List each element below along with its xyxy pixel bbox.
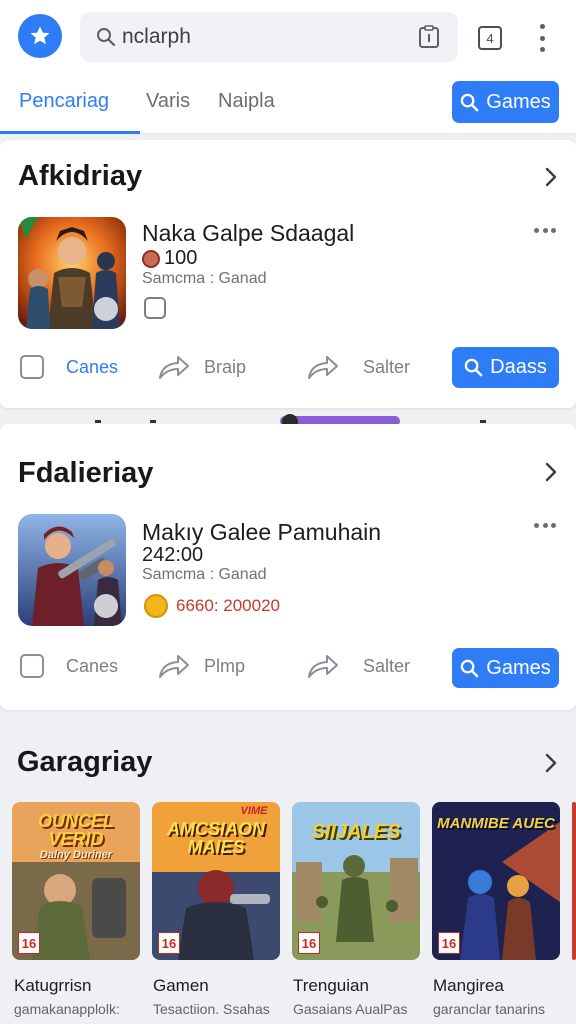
tile-name: Gamen bbox=[153, 976, 209, 995]
tile-art-title: SIIJALES bbox=[311, 821, 401, 843]
game-tile[interactable]: MANMIBE AUEC 16 bbox=[432, 802, 560, 960]
games-button-label: Games bbox=[486, 656, 551, 679]
more-options-icon[interactable] bbox=[534, 523, 556, 529]
play-badge-icon bbox=[94, 297, 118, 321]
game-tile[interactable]: OUNCEL VERID Dalny Duriner 16 bbox=[12, 802, 140, 960]
action-canes[interactable]: Canes bbox=[20, 654, 118, 678]
tile-art-title: OUNCEL VERID bbox=[38, 811, 114, 849]
tile-subtitle: Gasaians AualPas bbox=[293, 1001, 408, 1017]
checkbox-icon bbox=[20, 654, 44, 678]
section-fdalieriay: Fdalieriay Makıy Galee Pamuhain 242:00 S… bbox=[0, 424, 576, 710]
tile-art-title: MANMIBE AUEC bbox=[437, 815, 555, 832]
age-rating-badge: 16 bbox=[438, 932, 460, 954]
clipboard-icon[interactable] bbox=[418, 25, 440, 49]
app-subtitle: Samcma : Ganad bbox=[142, 566, 267, 583]
divider-strip bbox=[0, 408, 576, 424]
share-arrow-icon bbox=[308, 356, 338, 379]
tab-naipla[interactable]: Naipla bbox=[218, 90, 275, 113]
app-meta: 100 bbox=[142, 247, 197, 270]
tile-subtitle: Tesactiion. Ssahas bbox=[153, 1001, 270, 1017]
overflow-menu-icon[interactable] bbox=[532, 24, 552, 52]
small-square-icon bbox=[144, 297, 166, 319]
action-label: Canes bbox=[66, 356, 119, 377]
section-afkidriay: Afkidriay Naka Galpe Sdaagal 100 Samcma … bbox=[0, 140, 576, 408]
app-name: Naka Galpe Sdaagal bbox=[142, 220, 355, 246]
section-title: Afkidriay bbox=[18, 160, 143, 192]
tab-varis[interactable]: Varis bbox=[146, 90, 190, 113]
share-arrow-icon bbox=[159, 356, 189, 379]
search-icon bbox=[461, 659, 479, 677]
daass-button-label: Daass bbox=[490, 356, 547, 378]
games-button-label: Games bbox=[486, 90, 551, 113]
game-tile[interactable]: AMCSIAON MAIES VIME 16 bbox=[152, 802, 280, 960]
tile-art-subtitle: VIME bbox=[240, 805, 268, 817]
game-tile[interactable]: SIIJALES 16 bbox=[292, 802, 420, 960]
action-label: Salter bbox=[363, 356, 411, 377]
coin-icon bbox=[144, 594, 168, 618]
price-row: 6660: 200020 bbox=[144, 594, 280, 618]
search-icon bbox=[464, 358, 483, 377]
tile-subtitle: garanclar tanarins bbox=[433, 1001, 546, 1017]
app-logo-star-icon[interactable] bbox=[18, 14, 62, 58]
share-arrow-icon bbox=[308, 655, 338, 678]
game-tile-partial[interactable] bbox=[572, 802, 576, 960]
chevron-right-icon[interactable] bbox=[544, 167, 558, 187]
tile-name: Trenguian bbox=[293, 976, 369, 995]
action-plmp[interactable]: Plmp bbox=[158, 653, 245, 679]
games-button[interactable]: Games bbox=[452, 648, 559, 688]
chevron-right-icon[interactable] bbox=[544, 462, 558, 482]
tile-art-title: AMCSIAON MAIES bbox=[167, 819, 265, 857]
checkbox-icon bbox=[20, 355, 44, 379]
tile-subtitle: gamakanapplolk: bbox=[14, 1001, 120, 1017]
action-braip[interactable]: Braip bbox=[158, 354, 246, 380]
action-label: Plmp bbox=[204, 655, 246, 676]
action-canes[interactable]: Canes bbox=[20, 355, 118, 379]
section-title: Fdalieriay bbox=[18, 457, 154, 489]
action-label: Canes bbox=[66, 655, 119, 676]
search-bar[interactable] bbox=[80, 12, 458, 62]
top-bar: 4 Pencariag Varis Naipla Games bbox=[0, 0, 576, 134]
age-rating-badge: 16 bbox=[158, 932, 180, 954]
games-button[interactable]: Games bbox=[452, 81, 559, 123]
app-thumbnail[interactable] bbox=[18, 217, 126, 329]
age-rating-badge: 16 bbox=[298, 932, 320, 954]
tile-art-subtitle: Dalny Duriner bbox=[39, 849, 113, 861]
app-meta-value: 242:00 bbox=[142, 544, 204, 566]
action-label: Salter bbox=[363, 655, 411, 676]
tab-count-button[interactable]: 4 bbox=[478, 26, 502, 50]
action-label: Braip bbox=[204, 356, 247, 377]
play-badge-icon bbox=[94, 594, 118, 618]
app-meta-value: 100 bbox=[164, 247, 198, 269]
avatar-icon bbox=[142, 249, 160, 268]
section-title: Garagriay bbox=[17, 746, 153, 778]
age-rating-badge: 16 bbox=[18, 932, 40, 954]
chevron-right-icon[interactable] bbox=[544, 753, 558, 773]
app-name: Makıy Galee Pamuhain bbox=[142, 519, 382, 545]
app-thumbnail[interactable] bbox=[18, 514, 126, 626]
tile-name: Mangirea bbox=[433, 976, 504, 995]
active-tab-indicator bbox=[0, 131, 140, 134]
daass-button[interactable]: Daass bbox=[452, 347, 559, 388]
app-subtitle: Samcma : Ganad bbox=[142, 270, 267, 287]
search-icon bbox=[461, 93, 479, 111]
action-salter[interactable]: Salter bbox=[307, 653, 410, 679]
share-arrow-icon bbox=[159, 655, 189, 678]
more-options-icon[interactable] bbox=[534, 228, 556, 234]
tab-pencariag[interactable]: Pencariag bbox=[19, 90, 109, 113]
tile-name: Katugrrisn bbox=[14, 976, 92, 995]
app-meta: 242:00 bbox=[142, 544, 203, 567]
search-icon bbox=[97, 28, 116, 47]
price-value: 6660: 200020 bbox=[176, 596, 280, 615]
search-input[interactable] bbox=[122, 22, 382, 52]
action-salter[interactable]: Salter bbox=[307, 354, 410, 380]
